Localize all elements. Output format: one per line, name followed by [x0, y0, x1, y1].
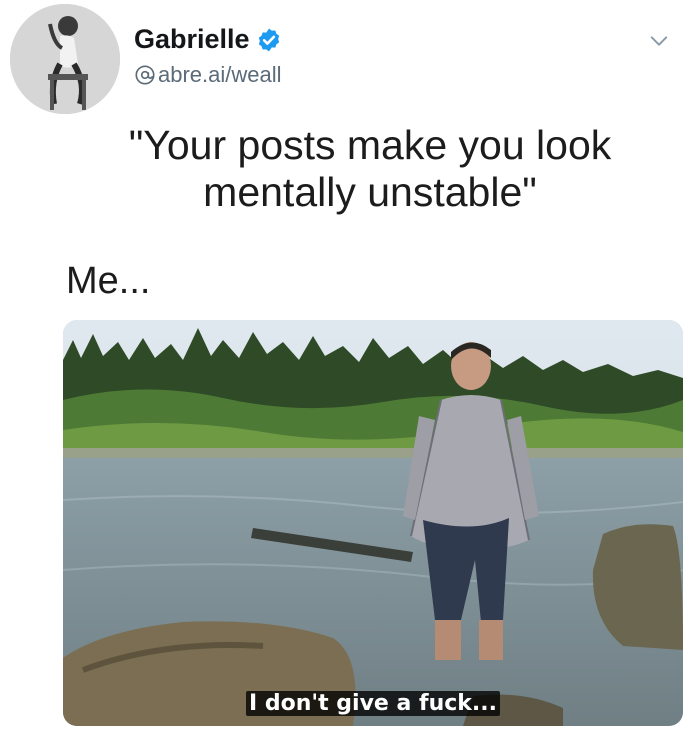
- post-text: "Your posts make you look mentally unsta…: [60, 122, 680, 216]
- handle-row: abre.ai/weall: [134, 62, 282, 88]
- verified-badge-icon: [258, 28, 279, 51]
- display-name[interactable]: Gabrielle: [134, 24, 250, 55]
- meme-caption: I don't give a fuck...: [63, 691, 683, 716]
- avatar-photo: [10, 4, 120, 114]
- me-label: Me...: [66, 260, 151, 302]
- quote-line-1: "Your posts make you look: [128, 122, 612, 168]
- chevron-down-icon[interactable]: [648, 30, 670, 52]
- author-name-row: Gabrielle: [134, 24, 282, 55]
- avatar[interactable]: [10, 4, 120, 114]
- meme-photo: [63, 320, 683, 726]
- at-sign-icon: [135, 65, 155, 85]
- quote-line-2: mentally unstable": [203, 169, 537, 215]
- caption-text: I don't give a fuck...: [246, 691, 500, 716]
- handle-text[interactable]: abre.ai/weall: [158, 62, 282, 88]
- meme-image[interactable]: I don't give a fuck...: [63, 320, 683, 726]
